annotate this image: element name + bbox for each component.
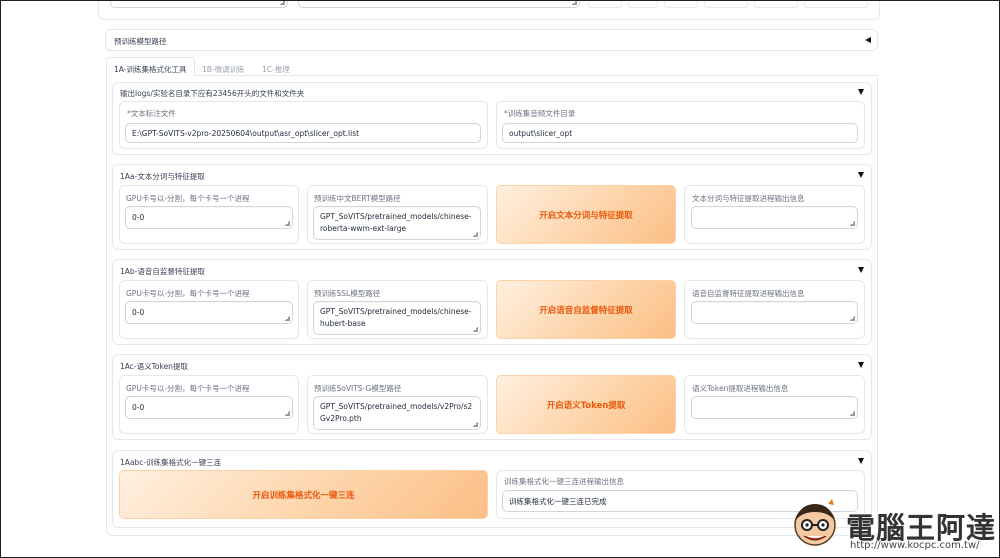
top-partial-box-3[interactable] bbox=[664, 0, 698, 8]
section-1aa-output-label: 文本分词与特征提取进程输出信息 bbox=[692, 194, 805, 203]
section-1aa-model-input[interactable]: GPT_SoVITS/pretrained_models/chinese-rob… bbox=[313, 206, 481, 240]
section-1aa-model-label: 预训练中文BERT模型路径 bbox=[314, 194, 401, 203]
section-1ab-gpu-input[interactable]: 0-0 bbox=[125, 301, 293, 324]
section-1aabc-title: 1Aabc-训练集格式化一键三连 bbox=[120, 458, 222, 467]
start-ssl-feature-button[interactable]: 开启语音自监督特征提取 bbox=[496, 280, 676, 339]
collapse-icon[interactable] bbox=[858, 89, 864, 95]
section-1ab-title: 1Ab-语音自监督特征提取 bbox=[120, 267, 205, 276]
section-1aa-output-field bbox=[691, 206, 858, 229]
pretrained-model-path-title: 预训练模型路径 bbox=[114, 37, 167, 46]
watermark-url: http://www.kocpc.com.tw/ bbox=[850, 540, 980, 551]
collapse-icon[interactable] bbox=[858, 267, 864, 273]
section-1aa-title: 1Aa-文本分词与特征提取 bbox=[120, 172, 205, 181]
mascot-face-icon bbox=[794, 499, 836, 546]
start-semantic-token-button[interactable]: 开启语义Token提取 bbox=[496, 375, 676, 434]
section-1ab-gpu-label: GPU卡号以-分割，每个卡号一个进程 bbox=[126, 289, 250, 298]
section-1aa-gpu-value: 0-0 bbox=[132, 213, 145, 222]
section-1ab-output-field bbox=[691, 301, 858, 324]
start-one-click-format-button[interactable]: 开启训练集格式化一键三连 bbox=[119, 470, 488, 519]
audio-dir-label: *训练集音频文件目录 bbox=[504, 109, 576, 118]
section-1aa-gpu-input[interactable]: 0-0 bbox=[125, 206, 293, 229]
collapse-icon[interactable] bbox=[858, 362, 864, 368]
top-partial-field-2[interactable] bbox=[298, 0, 580, 8]
pretrained-model-path-accordion[interactable]: 预训练模型路径 bbox=[105, 29, 878, 51]
tab-1a-dataset-format-label: 1A-训练集格式化工具 bbox=[114, 65, 187, 74]
section-1ab-output-label: 语音自监督特征提取进程输出信息 bbox=[692, 289, 805, 298]
top-partial-box-2[interactable] bbox=[628, 0, 658, 8]
section-1ac-gpu-label: GPU卡号以-分割，每个卡号一个进程 bbox=[126, 384, 250, 393]
section-1ac-model-value: GPT_SoVITS/pretrained_models/v2Pro/s2Gv2… bbox=[320, 402, 473, 423]
section-1aa-model-value: GPT_SoVITS/pretrained_models/chinese-rob… bbox=[320, 212, 472, 233]
section-1ac-gpu-value: 0-0 bbox=[132, 403, 145, 412]
top-partial-box-6[interactable] bbox=[804, 0, 868, 8]
section-1ac-model-input[interactable]: GPT_SoVITS/pretrained_models/v2Pro/s2Gv2… bbox=[313, 396, 481, 430]
collapse-icon[interactable] bbox=[858, 172, 864, 178]
top-partial-box-5[interactable] bbox=[754, 0, 798, 8]
section-1ab-model-input[interactable]: GPT_SoVITS/pretrained_models/chinese-hub… bbox=[313, 301, 481, 335]
section-1ac-output-field bbox=[691, 396, 858, 419]
section-1ac-model-label: 预训练SoVITS-G模型路径 bbox=[314, 384, 402, 393]
section-1ab-model-value: GPT_SoVITS/pretrained_models/chinese-hub… bbox=[320, 307, 472, 328]
section-1aabc-output-label: 训练集格式化一键三连进程输出信息 bbox=[504, 477, 624, 486]
section-1ab-model-label: 预训练SSL模型路径 bbox=[314, 289, 381, 298]
section-1ab-gpu-value: 0-0 bbox=[132, 308, 145, 317]
output-logs-title: 输出logs/实验名目录下应有23456开头的文件和文件夹 bbox=[120, 89, 305, 98]
audio-dir-input[interactable]: output\slicer_opt bbox=[502, 123, 858, 143]
top-partial-box-4[interactable] bbox=[704, 0, 748, 8]
section-1ac-output-label: 语义Token提取进程输出信息 bbox=[692, 384, 789, 393]
section-1aa-gpu-label: GPU卡号以-分割，每个卡号一个进程 bbox=[126, 194, 250, 203]
start-text-tokenize-button[interactable]: 开启文本分词与特征提取 bbox=[496, 185, 676, 244]
collapse-left-icon[interactable] bbox=[865, 37, 871, 43]
top-partial-box-1[interactable] bbox=[588, 0, 622, 8]
text-label-file-input[interactable]: E:\GPT-SoVITS-v2pro-20250604\output\asr_… bbox=[125, 123, 481, 143]
tab-1c-inference[interactable]: 1C-推理 bbox=[262, 64, 290, 75]
section-1ac-title: 1Ac-语义Token提取 bbox=[120, 362, 188, 371]
top-partial-field-1[interactable] bbox=[110, 0, 288, 8]
text-label-file-label: *文本标注文件 bbox=[127, 109, 176, 118]
collapse-icon[interactable] bbox=[858, 458, 864, 464]
watermark-logo bbox=[790, 498, 840, 552]
section-1ac-gpu-input[interactable]: 0-0 bbox=[125, 396, 293, 419]
tab-1b-finetune[interactable]: 1B-微调训练 bbox=[202, 64, 245, 75]
